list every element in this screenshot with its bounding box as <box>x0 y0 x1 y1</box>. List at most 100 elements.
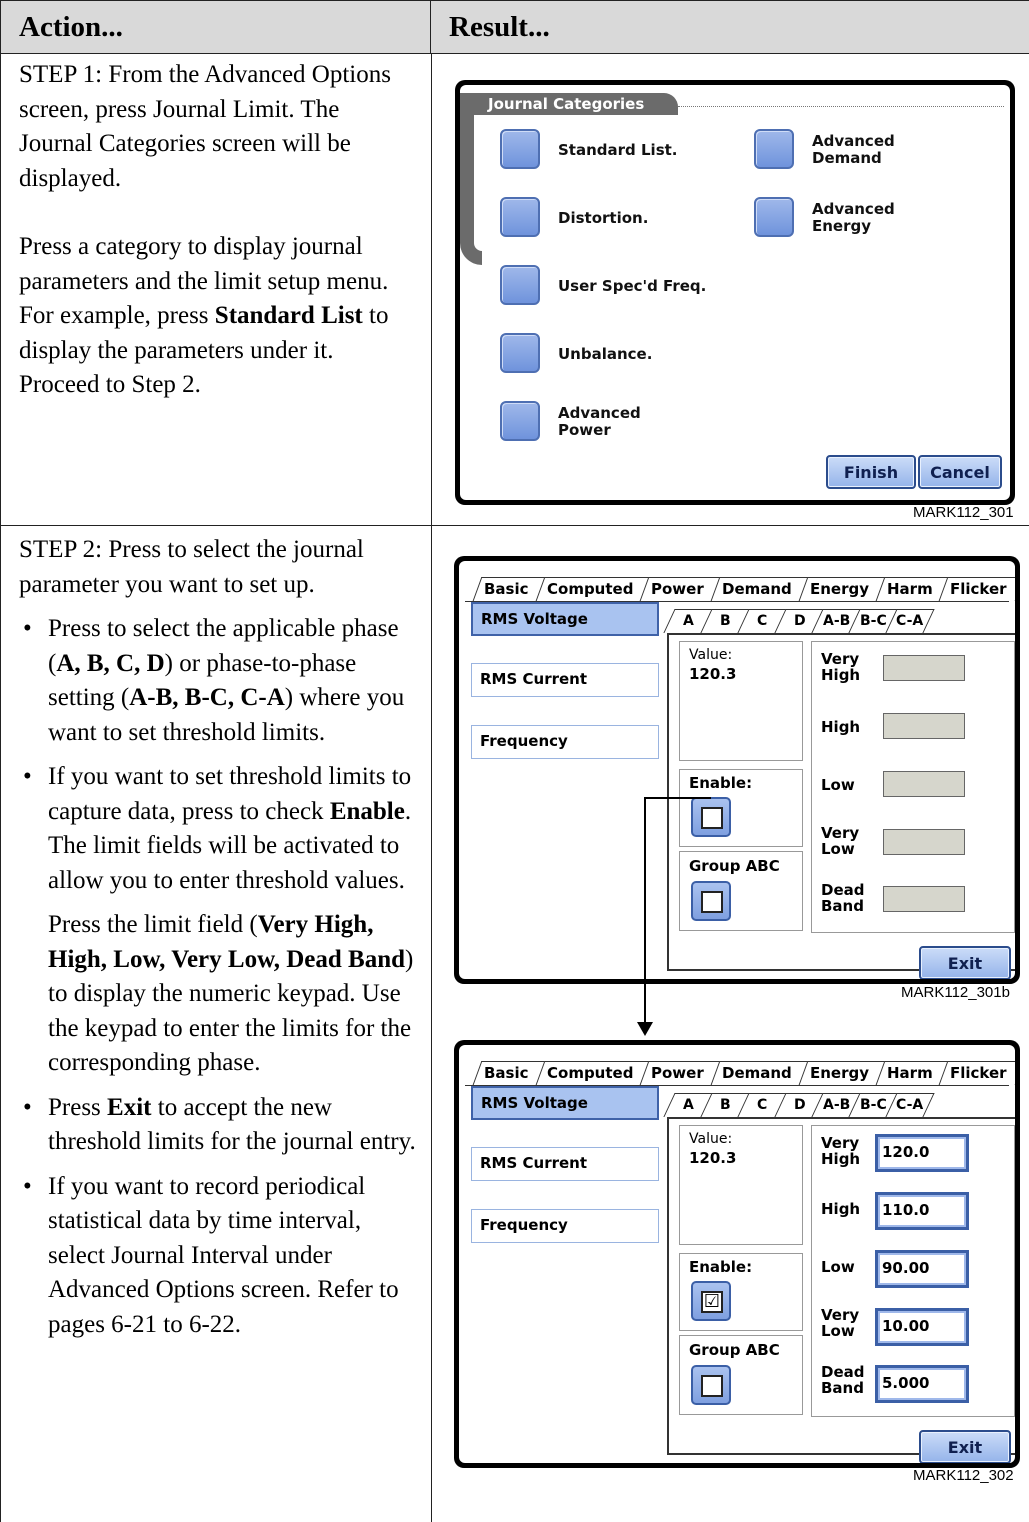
high-field[interactable] <box>883 713 965 739</box>
low-label: Low <box>821 1258 855 1276</box>
step1-para1: STEP 1: From the Advanced Options screen… <box>19 61 391 192</box>
advanced-demand-button[interactable] <box>754 129 794 169</box>
low-field[interactable]: 90.00 <box>875 1250 969 1288</box>
figure-id-2: MARK112_301b <box>901 984 1010 1001</box>
very-low-field[interactable] <box>883 829 965 855</box>
very-low-label: Very Low <box>821 1306 860 1340</box>
very-high-label: Very High <box>821 1134 861 1168</box>
tab-demand[interactable]: Demand <box>710 1061 808 1085</box>
advanced-power-button[interactable] <box>500 401 540 441</box>
tab-power[interactable]: Power <box>639 577 721 601</box>
dead-band-label: Dead Band <box>821 881 865 915</box>
advanced-energy-label: Advanced Energy <box>812 200 895 235</box>
callout-arrow-head <box>637 1022 653 1036</box>
user-specd-freq-label: User Spec'd Freq. <box>558 277 707 295</box>
journal-limit-screen-enabled: Basic Computed Power Demand Energy Harm … <box>454 1040 1020 1468</box>
value-label: Value: <box>689 1131 733 1147</box>
advanced-power-label: Advanced Power <box>558 404 641 439</box>
callout-arrow-shaft <box>644 797 646 1023</box>
param-rms-current[interactable]: RMS Current <box>471 663 659 697</box>
param-rms-voltage[interactable]: RMS Voltage <box>471 602 659 636</box>
enable-label: Enable: <box>689 774 753 792</box>
column-divider <box>431 54 432 1522</box>
param-frequency[interactable]: Frequency <box>471 1209 659 1243</box>
distortion-label: Distortion. <box>558 209 649 227</box>
exit-button[interactable]: Exit <box>919 946 1011 979</box>
very-low-field[interactable]: 10.00 <box>875 1308 969 1346</box>
phase-tabs: A B C D A-B B-C C-A <box>663 609 935 633</box>
param-frequency[interactable]: Frequency <box>471 725 659 759</box>
step2-intro: STEP 2: Press to select the journal para… <box>19 536 364 598</box>
tab-flicker[interactable]: Flicker <box>938 577 1015 601</box>
user-specd-freq-button[interactable] <box>500 265 540 305</box>
tab-harm[interactable]: Harm <box>875 577 949 601</box>
finish-button[interactable]: Finish <box>826 455 916 489</box>
enable-label: Enable: <box>689 1258 753 1276</box>
limit-field-para: Press the limit field (Very High, High, … <box>48 911 414 1076</box>
tab-computed[interactable]: Computed <box>535 577 650 601</box>
standard-list-label: Standard List. <box>558 141 678 159</box>
value-reading: 120.3 <box>689 665 737 683</box>
low-label: Low <box>821 776 855 794</box>
category-tabs: Basic Computed Power Demand Energy Harm … <box>472 1061 1015 1085</box>
group-abc-label: Group ABC <box>689 1341 780 1359</box>
instruction-table: Action... Result... STEP 1: From the Adv… <box>0 0 1029 1522</box>
dead-band-label: Dead Band <box>821 1363 865 1397</box>
standard-list-button[interactable] <box>500 129 540 169</box>
tab-power[interactable]: Power <box>639 1061 721 1085</box>
tab-basic[interactable]: Basic <box>472 577 545 601</box>
tab-demand[interactable]: Demand <box>710 577 808 601</box>
advanced-energy-button[interactable] <box>754 197 794 237</box>
distortion-button[interactable] <box>500 197 540 237</box>
group-abc-checkbox[interactable] <box>691 881 731 921</box>
tab-basic[interactable]: Basic <box>472 1061 545 1085</box>
value-reading: 120.3 <box>689 1149 737 1167</box>
category-tabs: Basic Computed Power Demand Energy Harm … <box>472 577 1015 601</box>
result-header: Result... <box>431 0 1029 54</box>
unbalance-label: Unbalance. <box>558 345 653 363</box>
figure-id-1: MARK112_301 <box>913 504 1014 521</box>
tab-computed[interactable]: Computed <box>535 1061 650 1085</box>
unbalance-button[interactable] <box>500 333 540 373</box>
dead-band-field[interactable] <box>883 886 965 912</box>
tab-energy[interactable]: Energy <box>798 577 885 601</box>
step1-text: STEP 1: From the Advanced Options screen… <box>19 58 419 403</box>
very-low-label: Very Low <box>821 824 860 858</box>
tab-flicker[interactable]: Flicker <box>938 1061 1015 1085</box>
dead-band-field[interactable]: 5.000 <box>875 1365 969 1403</box>
group-abc-label: Group ABC <box>689 857 780 875</box>
action-header: Action... <box>1 0 431 54</box>
step2-text: STEP 2: Press to select the journal para… <box>19 533 419 1342</box>
group-abc-checkbox[interactable] <box>691 1365 731 1405</box>
bullet-enable: • If you want to set threshold limits to … <box>19 760 419 1081</box>
high-label: High <box>821 1200 861 1218</box>
row-divider <box>1 525 1029 526</box>
low-field[interactable] <box>883 771 965 797</box>
advanced-demand-label: Advanced Demand <box>812 132 895 167</box>
journal-categories-title: Journal Categories <box>460 93 678 115</box>
param-rms-current[interactable]: RMS Current <box>471 1147 659 1181</box>
journal-categories-screen: Journal Categories Standard List. Distor… <box>455 80 1015 505</box>
very-high-label: Very High <box>821 650 861 684</box>
bullet-phase: • Press to select the applicable phase (A… <box>23 615 405 746</box>
high-field[interactable]: 110.0 <box>875 1192 969 1230</box>
enable-checkbox[interactable] <box>691 797 731 837</box>
bullet-exit: • Press Exit to accept the new threshold … <box>23 1093 416 1156</box>
tab-energy[interactable]: Energy <box>798 1061 885 1085</box>
journal-limit-screen-disabled: Basic Computed Power Demand Energy Harm … <box>454 556 1020 984</box>
value-label: Value: <box>689 647 733 663</box>
high-label: High <box>821 718 861 736</box>
tab-harm[interactable]: Harm <box>875 1061 949 1085</box>
exit-button[interactable]: Exit <box>919 1430 1011 1463</box>
very-high-field[interactable]: 120.0 <box>875 1134 969 1172</box>
cancel-button[interactable]: Cancel <box>918 455 1002 489</box>
callout-arrow-line <box>645 797 711 799</box>
enable-checkbox[interactable]: ☑ <box>691 1281 731 1321</box>
very-high-field[interactable] <box>883 655 965 681</box>
phase-tabs: A B C D A-B B-C C-A <box>663 1093 935 1117</box>
figure-id-3: MARK112_302 <box>913 1467 1014 1484</box>
checkmark-icon: ☑ <box>701 1291 723 1313</box>
param-rms-voltage[interactable]: RMS Voltage <box>471 1086 659 1120</box>
bullet-interval: • If you want to record periodical statis… <box>23 1172 399 1338</box>
step1-para2: Press a category to display journal para… <box>19 233 389 398</box>
